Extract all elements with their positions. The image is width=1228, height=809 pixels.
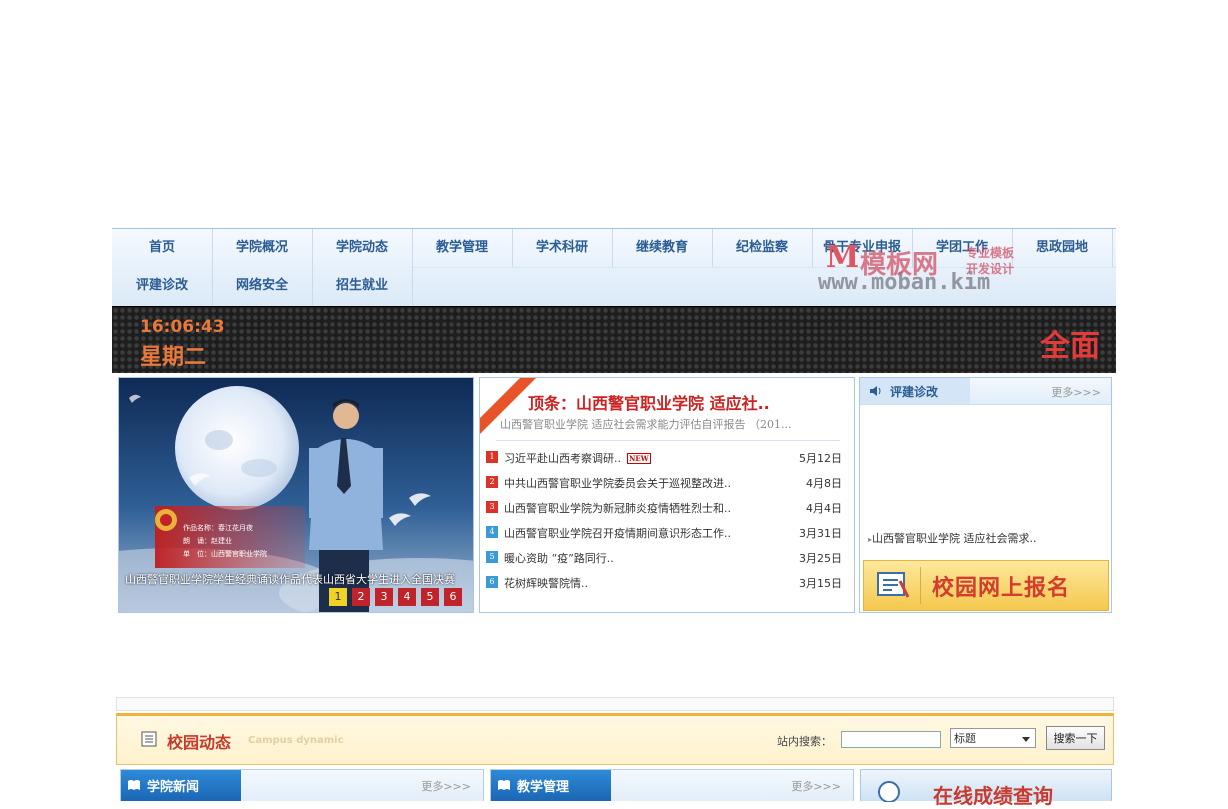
news-item[interactable]: 4 山西警官职业学院召开疫情期间意识形态工作.. 3月31日 [486,523,846,543]
college-news-header: 学院新闻 更多>>> [120,769,484,801]
news-number-icon: 1 [486,451,498,463]
nav-item-5[interactable]: 学术科研 [512,229,613,267]
watermark-logo: M 模板网 专业模板 开发设计 www.moban.kim [812,238,1037,298]
online-registration-banner[interactable]: 校园网上报名 [863,560,1109,611]
news-number-icon: 5 [486,551,498,563]
speaker-icon [870,386,881,396]
news-headline[interactable]: 顶条：山西警官职业学院 适应社.. [528,390,770,414]
evaluation-item[interactable]: ▸山西警官职业学院 适应社会需求.. [868,530,1037,546]
news-summary[interactable]: 山西警官职业学院 适应社会需求能力评估自评报告 （201... [500,416,791,432]
teaching-header: 教学管理 更多>>> [490,769,854,801]
teaching-title: 教学管理 [517,780,570,795]
image-slider[interactable]: 作品名称：春江花月夜 朗 诵：赵建业 单 位：山西警官职业学院 山西警官职业学院… [118,377,474,613]
nav-item-13[interactable]: 招生就业 [312,267,413,305]
news-date: 4月8日 [806,477,842,490]
nav-item-1[interactable]: 首页 [112,229,213,267]
book-icon [498,780,510,790]
news-date: 3月15日 [799,577,842,590]
slide-dot-6[interactable]: 6 [444,588,462,606]
led-time: 16:06:43 [140,317,225,337]
news-item[interactable]: 1 习近平赴山西考察调研.. NEW 5月12日 [486,448,846,468]
news-number-icon: 4 [486,526,498,538]
watermark-url: www.moban.kim [818,270,991,295]
news-title: 暖心资助 “疫”路同行.. [504,550,614,566]
news-title-text: 山西警官职业学院为新冠肺炎疫情牺牲烈士和.. [504,502,731,515]
campus-dynamic-bar: 校园动态 Campus dynamic 站内搜索： 标题 搜索一下 [116,713,1114,765]
nav-item-3[interactable]: 学院动态 [312,229,413,267]
plaque-line-3: 单 位：山西警官职业学院 [183,549,267,558]
led-day: 星期二 [140,345,207,370]
news-title: 山西警官职业学院召开疫情期间意识形态工作.. [504,525,731,541]
led-ticker: 16:06:43 星期二 全面 [112,306,1116,373]
news-title: 中共山西警官职业学院委员会关于巡视整改进.. [504,475,731,491]
search-magnifier-icon [878,781,900,802]
news-date: 3月31日 [799,527,842,540]
news-date: 5月12日 [799,452,842,465]
college-news-more-link[interactable]: 更多>>> [421,778,471,794]
news-item[interactable]: 6 花树辉映警院情.. 3月15日 [486,573,846,593]
nav-item-2[interactable]: 学院概况 [212,229,313,267]
book-icon [128,780,140,790]
news-date: 4月4日 [806,502,842,515]
evaluation-panel-header: 评建诊改 更多>>> [860,378,1111,405]
campus-dynamic-subtitle: Campus dynamic [248,735,344,746]
news-item[interactable]: 3 山西警官职业学院为新冠肺炎疫情牺牲烈士和.. 4月4日 [486,498,846,518]
news-number-icon: 2 [486,476,498,488]
news-item[interactable]: 5 暖心资助 “疫”路同行.. 3月25日 [486,548,846,568]
slide-caption: 山西警官职业学院学生经典诵读作品代表山西省大学生进入全国决赛 [125,573,455,586]
news-title-text: 山西警官职业学院召开疫情期间意识形态工作.. [504,527,731,540]
plaque-line-1: 作品名称：春江花月夜 [183,523,253,532]
news-title-text: 花树辉映警院情.. [504,577,588,590]
nav-item-6[interactable]: 继续教育 [612,229,713,267]
banner-separator [920,567,921,604]
teaching-more-link[interactable]: 更多>>> [791,778,841,794]
chevron-down-icon [1022,737,1030,742]
evaluation-panel: 评建诊改 更多>>> ▸山西警官职业学院 适应社会需求.. 校园网上报名 [859,377,1112,613]
news-title: 习近平赴山西考察调研.. NEW [504,450,651,466]
slide-dot-3[interactable]: 3 [375,588,393,606]
news-title: 山西警官职业学院为新冠肺炎疫情牺牲烈士和.. [504,500,731,516]
slide-dot-4[interactable]: 4 [398,588,416,606]
college-news-tab[interactable]: 学院新闻 [121,770,241,801]
evaluation-item-text: 山西警官职业学院 适应社会需求.. [872,532,1037,545]
evaluation-more-link[interactable]: 更多>>> [1051,384,1101,400]
campus-dynamic-title: 校园动态 [167,733,232,752]
new-badge-icon: NEW [627,453,651,464]
watermark-tag1: 专业模板 [966,246,1015,260]
banner-text: 校园网上报名 [932,576,1071,601]
nav-item-11[interactable]: 评建诊改 [112,267,213,305]
evaluation-title: 评建诊改 [890,385,939,399]
news-number-icon: 3 [486,501,498,513]
news-divider [496,440,840,441]
spacer-bar [116,697,1114,711]
top-news-panel: TOP NEWS 顶条：山西警官职业学院 适应社.. 山西警官职业学院 适应社会… [479,377,855,613]
news-number-icon: 6 [486,576,498,588]
score-query-banner[interactable]: 在线成绩查询 [860,769,1112,808]
registration-form-icon [877,572,910,598]
news-item[interactable]: 2 中共山西警官职业学院委员会关于巡视整改进.. 4月8日 [486,473,846,493]
search-field-value: 标题 [954,732,976,745]
score-query-text: 在线成绩查询 [933,784,1053,808]
college-news-title: 学院新闻 [147,780,200,795]
news-date: 3月25日 [799,552,842,565]
nav-item-7[interactable]: 纪检监察 [712,229,813,267]
site-search-input[interactable] [841,731,941,748]
news-title: 花树辉映警院情.. [504,575,588,591]
site-search-label: 站内搜索： [777,735,832,748]
search-field-select[interactable]: 标题 [950,728,1036,748]
nav-item-4[interactable]: 教学管理 [412,229,513,267]
nav-item-12[interactable]: 网络安全 [212,267,313,305]
led-scroll-text: 全面 [1040,329,1100,364]
slide-dot-5[interactable]: 5 [421,588,439,606]
slide-dot-2[interactable]: 2 [352,588,370,606]
news-title-text: 暖心资助 “疫”路同行.. [504,552,614,565]
search-button[interactable]: 搜索一下 [1046,726,1105,750]
news-title-text: 习近平赴山西考察调研.. [504,452,621,465]
teaching-tab[interactable]: 教学管理 [491,770,611,801]
plaque-line-2: 朗 诵：赵建业 [183,536,232,545]
slide-dot-1[interactable]: 1 [329,588,347,606]
list-icon [141,731,157,747]
news-title-text: 中共山西警官职业学院委员会关于巡视整改进.. [504,477,731,490]
